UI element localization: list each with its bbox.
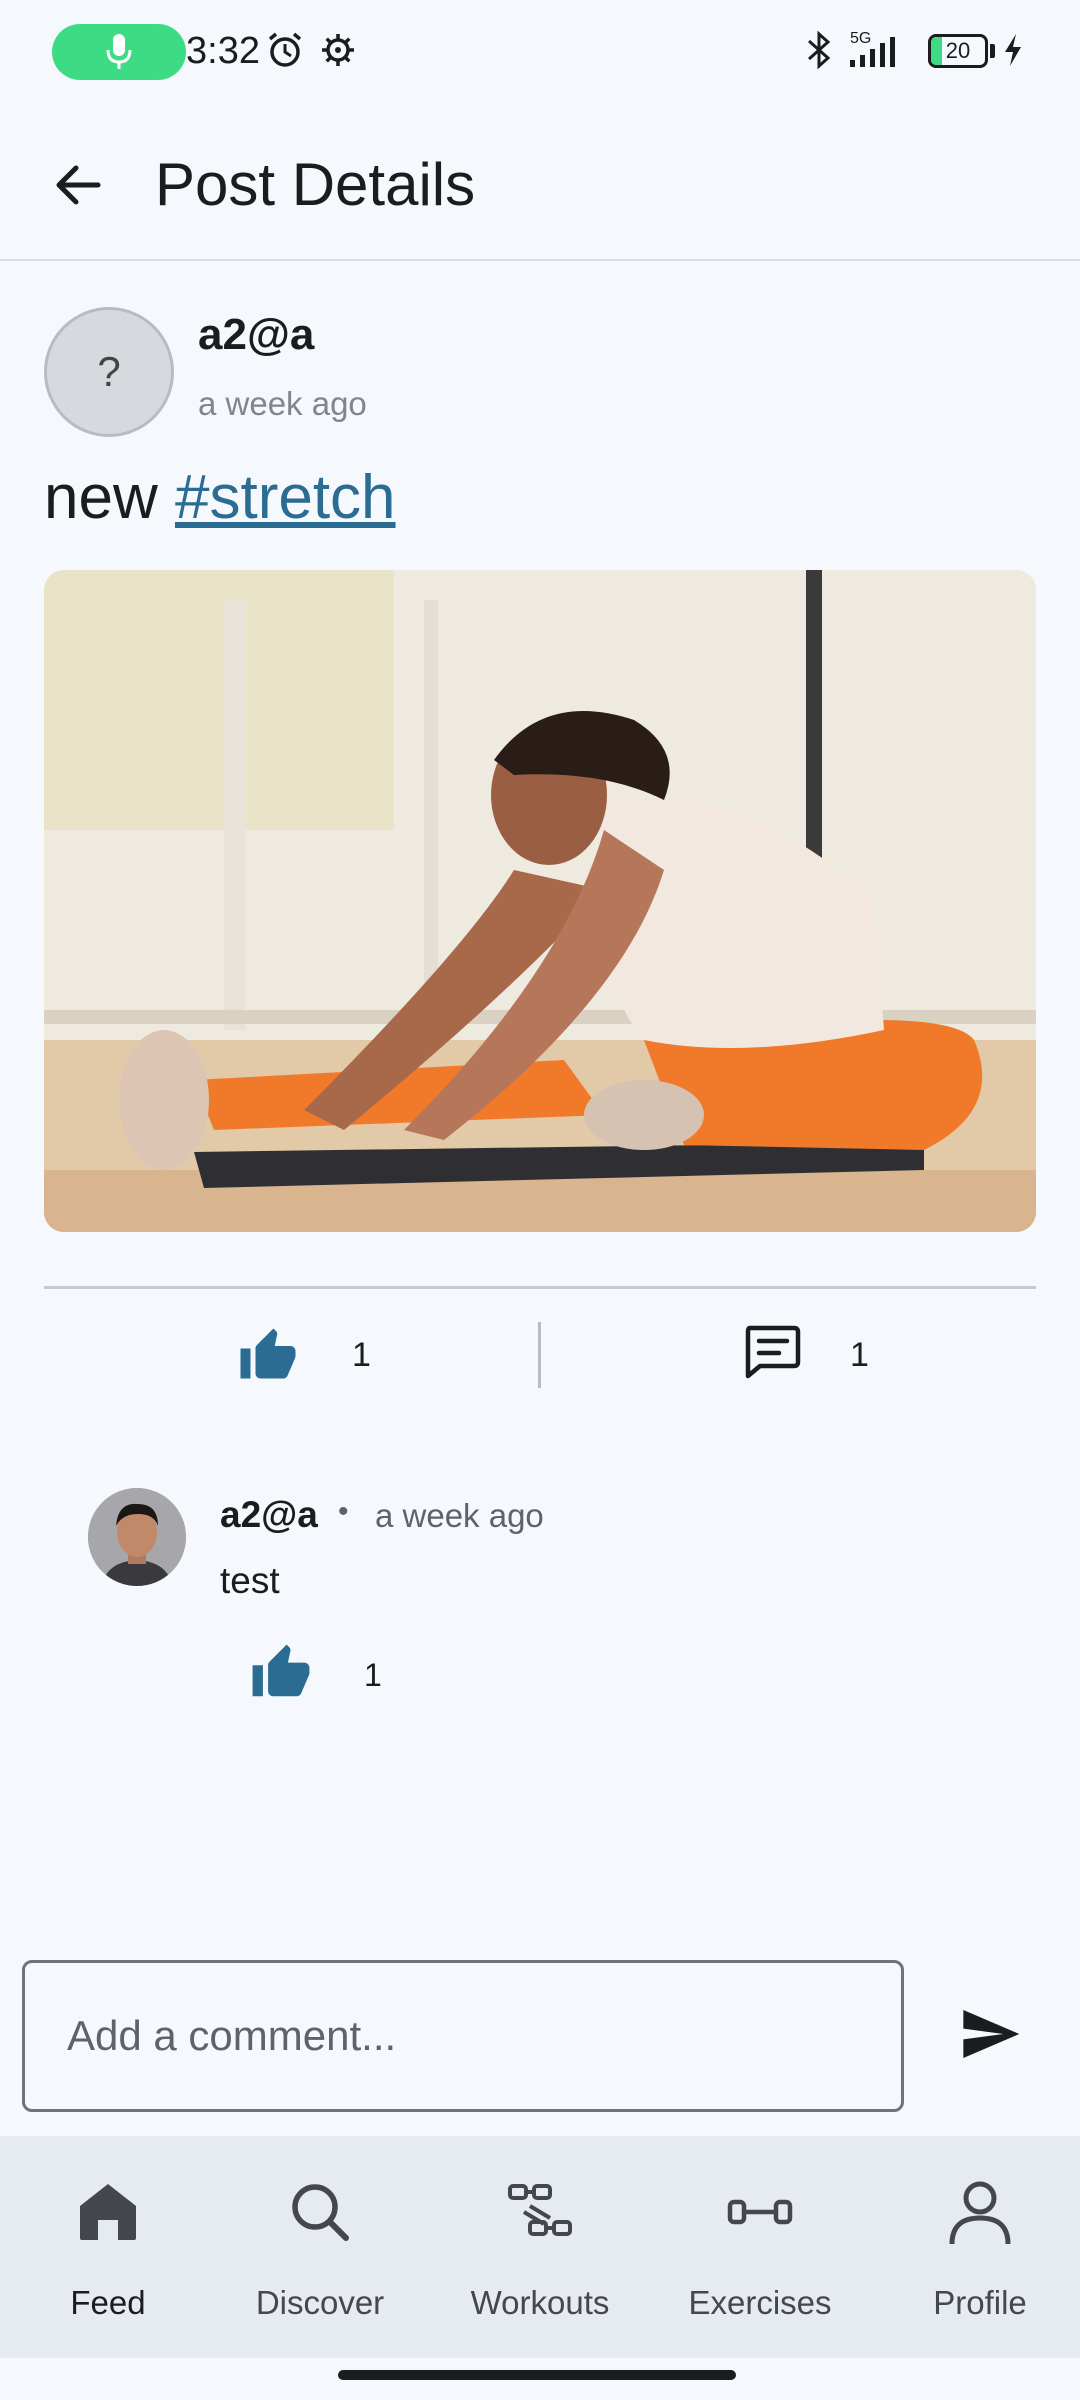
send-button[interactable] <box>950 1994 1030 2074</box>
thumb-up-icon <box>240 1328 296 1379</box>
nav-item-discover[interactable]: Discover <box>212 2136 428 2358</box>
post-image[interactable] <box>44 570 1036 1232</box>
dumbbell-icon <box>508 2184 572 2236</box>
comment-like-button[interactable] <box>250 1642 320 1712</box>
battery-level: 20 <box>945 38 971 63</box>
post-divider <box>44 1286 1036 1289</box>
post-like-count: 1 <box>352 1336 371 1374</box>
nav-label-profile: Profile <box>933 2284 1027 2321</box>
search-icon <box>292 2184 349 2241</box>
signal-icon <box>850 37 895 67</box>
post-timestamp: a week ago <box>198 385 367 422</box>
battery-tip <box>990 44 995 58</box>
comment-like-count: 1 <box>364 1657 382 1693</box>
page-title: Post Details <box>155 151 476 218</box>
comment-author-name[interactable]: a2@a <box>220 1494 318 1536</box>
action-separator <box>538 1322 541 1388</box>
nav-label-exercises: Exercises <box>688 2284 832 2321</box>
nav-label-discover: Discover <box>255 2284 385 2321</box>
bottom-navigation: Feed Discover Workouts Exercises Profile <box>0 2136 1080 2358</box>
post-comment-count: 1 <box>850 1336 869 1374</box>
post-comment-button[interactable] <box>740 1320 810 1392</box>
post-text-body: new <box>44 463 158 532</box>
nav-item-profile[interactable]: Profile <box>872 2136 1080 2358</box>
post-author-name[interactable]: a2@a <box>198 310 314 360</box>
thumb-up-icon <box>252 1644 310 1697</box>
status-bar: 3:32 5G 20 <box>0 0 1080 105</box>
post-hashtag-link[interactable]: #stretch <box>175 463 396 532</box>
comment-timestamp: a week ago <box>375 1497 544 1534</box>
arrow-back-icon <box>56 165 101 205</box>
comment-author-avatar[interactable] <box>88 1488 186 1586</box>
bluetooth-icon <box>807 30 831 70</box>
status-time: 3:32 <box>186 30 260 72</box>
nav-label-workouts: Workouts <box>470 2284 610 2321</box>
back-button[interactable] <box>38 145 118 225</box>
comment-icon <box>745 1325 801 1379</box>
alarm-icon <box>268 32 302 67</box>
charging-icon <box>1005 34 1021 66</box>
avatar-photo <box>88 1488 186 1586</box>
comment-separator-dot: • <box>338 1495 349 1528</box>
stretching-woman-photo <box>44 570 1036 1232</box>
post-author-avatar[interactable]: ? <box>44 307 174 437</box>
nav-label-feed: Feed <box>70 2284 146 2321</box>
comment-text: test <box>220 1560 280 1601</box>
nav-item-feed[interactable]: Feed <box>0 2136 216 2358</box>
home-icon <box>80 2184 136 2240</box>
send-icon <box>963 2010 1020 2058</box>
post-text: new #stretch <box>44 458 396 538</box>
settings-icon <box>322 34 354 66</box>
mic-icon <box>106 34 132 69</box>
comment-input[interactable] <box>22 1960 904 2112</box>
fitness-icon <box>727 2199 793 2225</box>
gesture-navigation-bar[interactable] <box>338 2370 736 2380</box>
nav-item-workouts[interactable]: Workouts <box>432 2136 648 2358</box>
avatar-placeholder: ? <box>97 348 121 395</box>
battery-icon: 20 <box>928 34 988 68</box>
person-icon <box>949 2181 1011 2245</box>
top-app-bar: Post Details <box>0 105 1080 261</box>
mic-indicator[interactable] <box>52 24 186 80</box>
nav-item-exercises[interactable]: Exercises <box>652 2136 868 2358</box>
